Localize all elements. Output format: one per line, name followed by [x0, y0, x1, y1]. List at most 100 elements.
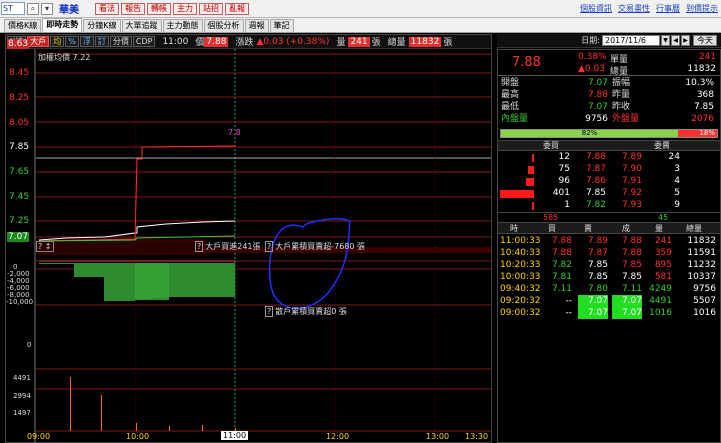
y-label: 7.85 [9, 142, 30, 152]
bid-price: 7.86 [585, 176, 606, 186]
tab-minute-kline[interactable]: 分鐘K線 [83, 19, 121, 32]
buy-sell-ratio-bar: 82% 18% [500, 129, 718, 138]
bid-volume-bar [532, 202, 534, 210]
trade-ask: 7.07 [578, 307, 608, 319]
volume-y-label: 1497 [13, 409, 31, 417]
trade-row[interactable]: 10:40:33 7.88 7.87 7.88 359 11591 [498, 247, 720, 259]
trade-total: 9756 [693, 284, 716, 294]
percent-toggle[interactable]: % [65, 36, 79, 47]
highlight-price: 7.8 [228, 128, 241, 137]
bid-qty: 12 [558, 152, 570, 162]
quote-header: 7.88 0.38% ▲0.03 單量 241 總量 11832 [498, 50, 720, 77]
trade-row[interactable]: 10:00:33 7.81 7.85 7.85 581 10337 [498, 271, 720, 283]
orderbook-row[interactable]: 1 7.82 7.93 9 [498, 200, 720, 211]
stat-row: 內盤量 9756 外盤量 2076 [498, 113, 720, 125]
price-distribution-toggle[interactable]: 分價 [109, 36, 132, 47]
stock-code-input[interactable]: ST [1, 2, 25, 15]
total-label: 總量 [387, 38, 406, 48]
link-price-alert[interactable]: 到價提示 [686, 3, 718, 14]
bid-volume-bar [532, 154, 534, 162]
trade-row[interactable]: 09:40:32 7.11 7.80 7.11 4249 9756 [498, 283, 720, 295]
stat-value: 2076 [691, 114, 714, 124]
link-calendar[interactable]: 行事曆 [656, 3, 680, 14]
trade-time: 10:00:33 [500, 272, 541, 282]
trade-row[interactable]: 11:00:33 7.88 7.89 7.88 241 11832 [498, 235, 720, 247]
trade-row[interactable]: 09:20:32 -- 7.07 7.07 4491 5507 [498, 295, 720, 307]
tab-big-order[interactable]: 大單追蹤 [121, 19, 162, 32]
today-button[interactable]: 今天 [693, 35, 717, 46]
total-volume-label: 總量 [610, 67, 629, 77]
stat-row: 最低 7.07 昨收 7.85 [498, 101, 720, 113]
total-unit: 張 [443, 38, 453, 48]
view-button[interactable]: 看法 [95, 2, 119, 15]
tab-weekly[interactable]: 週報 [244, 19, 269, 32]
chevron-down-icon[interactable]: ▼ [661, 35, 670, 46]
y-label-high: 8.63 [7, 39, 30, 49]
trades-col-bid: 買 [548, 224, 556, 233]
ask-qty: 9 [674, 200, 680, 210]
stat-label: 昨收 [612, 102, 631, 112]
orderbook-row[interactable]: 12 7.88 7.89 24 [498, 152, 720, 163]
trade-price: 7.88 [621, 236, 642, 246]
bid-qty: 96 [558, 176, 570, 186]
lower-y-label: 0 [27, 341, 32, 349]
trade-row[interactable]: 10:20:33 7.82 7.85 7.85 895 11232 [498, 259, 720, 271]
orderbook-row[interactable]: 75 7.87 7.90 3 [498, 164, 720, 175]
orderbook-row[interactable]: 401 7.85 7.92 5 [498, 188, 720, 199]
outer-ratio-label: 18% [699, 129, 715, 137]
alert-button[interactable]: 亂報 [225, 2, 249, 15]
intraday-chart-panel: K線 大戶 均 % 浮 訂 分價 CDP 11:00 價 7.88 漲跌 ▲0.… [5, 34, 492, 443]
trade-total: 10337 [687, 272, 716, 282]
tab-intraday[interactable]: 即時走勢 [42, 18, 83, 32]
trade-time: 09:40:32 [500, 284, 541, 294]
volume-value: 241 [348, 36, 370, 47]
average-toggle[interactable]: 均 [50, 36, 65, 47]
main-force-label: ? 大戶累積買賣超-7680 張 [265, 241, 366, 252]
chevron-down-icon[interactable]: ▾ [41, 2, 53, 15]
orderbook-ask-header: 委賣 [654, 141, 670, 150]
bid-qty: 1 [564, 200, 570, 210]
order-toggle[interactable]: 訂 [94, 36, 109, 47]
trade-bid: 7.88 [551, 236, 572, 246]
stat-label: 最低 [501, 102, 520, 112]
price-label: 價 [195, 38, 205, 48]
trade-price: 7.07 [612, 307, 642, 319]
trade-volume: 1016 [649, 308, 672, 318]
trade-time: 09:00:32 [500, 308, 541, 318]
chevron-right-icon[interactable]: ▶ [681, 35, 690, 46]
trade-price: 7.11 [621, 284, 642, 294]
bid-price: 7.87 [585, 164, 606, 174]
date-input[interactable]: 2017/11/6 [602, 35, 660, 46]
big-trader-toggle[interactable]: 大戶 [27, 36, 50, 47]
bid-price: 7.85 [585, 188, 606, 198]
chevron-left-icon[interactable]: ◀ [671, 35, 680, 46]
tab-main-force[interactable]: 主力動態 [162, 19, 203, 32]
change-value: ▲0.03 (+0.38%) [256, 36, 330, 47]
stat-label: 最高 [501, 90, 520, 100]
orderbook-totals: 585 45 [498, 212, 720, 222]
inner-ratio-fill: 82% [501, 130, 679, 137]
link-stock-info[interactable]: 個股資訊 [580, 3, 612, 14]
tab-price-kline[interactable]: 價格K線 [4, 19, 42, 32]
trade-bid: 7.11 [551, 284, 572, 294]
search-icon[interactable]: ⌕ [27, 2, 39, 15]
orderbook-row[interactable]: 96 7.86 7.91 4 [498, 176, 720, 187]
station-button[interactable]: 站招 [199, 2, 223, 15]
link-trading[interactable]: 交易畫性 [618, 3, 650, 14]
tab-stock-analysis[interactable]: 個股分析 [203, 19, 244, 32]
ask-qty: 4 [674, 176, 680, 186]
ask-price: 7.90 [621, 164, 642, 174]
legend-toggle-icon[interactable]: ? ↕ [36, 241, 54, 252]
float-toggle[interactable]: 浮 [79, 36, 94, 47]
transfer-button[interactable]: 轉帳 [147, 2, 171, 15]
report-button[interactable]: 報告 [121, 2, 145, 15]
main-force-button[interactable]: 主力 [173, 2, 197, 15]
cdp-toggle[interactable]: CDP [132, 36, 156, 47]
stat-label: 開盤 [501, 78, 520, 88]
trade-ask: 7.89 [587, 236, 608, 246]
tab-notes[interactable]: 筆記 [269, 19, 294, 32]
trade-row[interactable]: 09:00:32 -- 7.07 7.07 1016 1016 [498, 307, 720, 319]
stat-row: 最高 7.88 昨量 368 [498, 89, 720, 101]
app-window: ST ⌕ ▾ 華美 看法 報告 轉帳 主力 站招 亂報 個股資訊 交易畫性 行事… [0, 0, 721, 443]
trade-time: 11:00:33 [500, 236, 541, 246]
